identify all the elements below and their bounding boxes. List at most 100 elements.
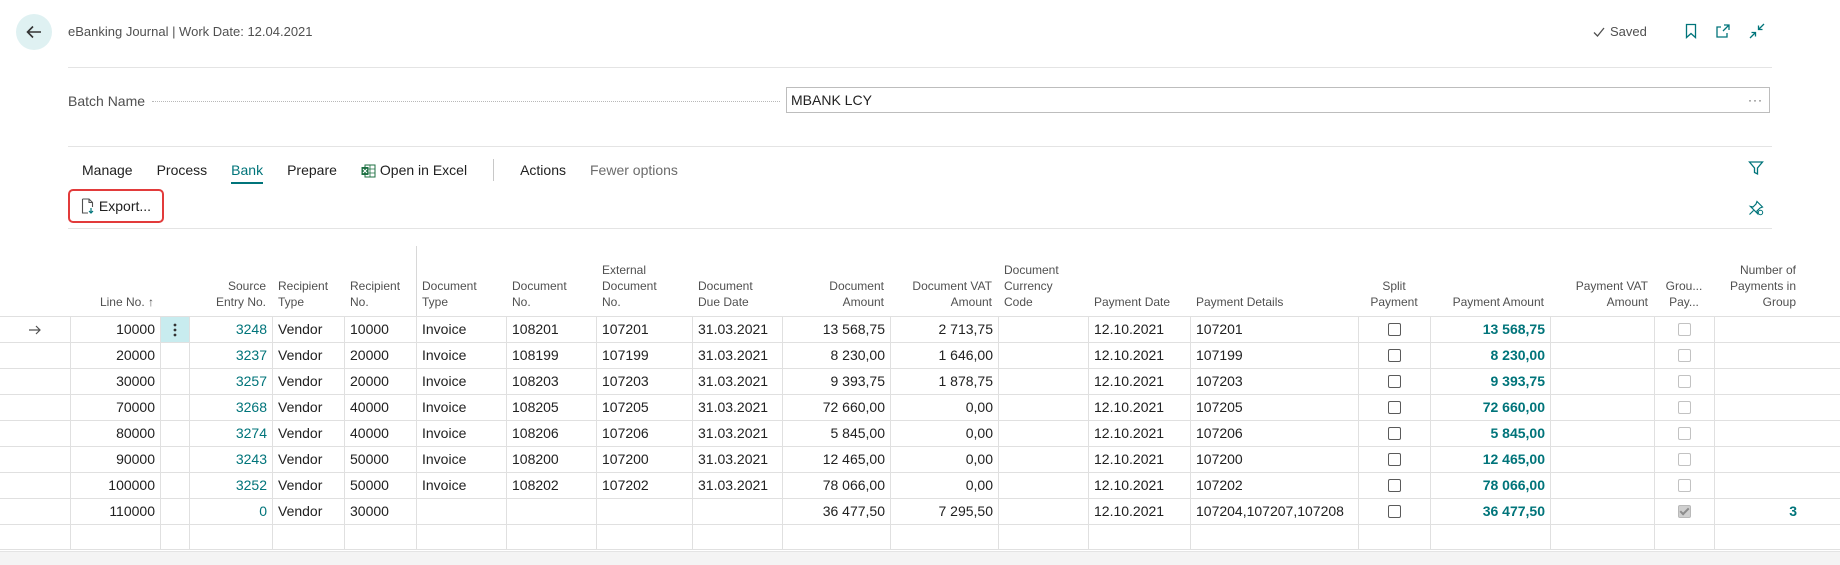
cell-doc-type[interactable]: Invoice (416, 343, 506, 368)
cell-group-pay[interactable] (1654, 369, 1714, 394)
cell-num-payments[interactable] (1714, 343, 1802, 368)
cell-doc-cur[interactable] (998, 447, 1088, 472)
column-header-pay-details[interactable]: Payment Details (1190, 246, 1358, 316)
cell-doc-vat[interactable] (890, 525, 998, 550)
cell-recipient-no[interactable]: 20000 (344, 343, 416, 368)
cell-split[interactable] (1358, 369, 1430, 394)
cell-pay-date[interactable]: 12.10.2021 (1088, 317, 1190, 342)
pin-button[interactable] (1744, 196, 1768, 220)
cell-pay-date[interactable]: 12.10.2021 (1088, 421, 1190, 446)
cell-doc-vat[interactable]: 1 878,75 (890, 369, 998, 394)
cell-doc-due[interactable] (692, 499, 782, 524)
cell-pay-amount[interactable]: 36 477,50 (1430, 499, 1550, 524)
cell-pay-amount[interactable]: 5 845,00 (1430, 421, 1550, 446)
row-actions-button[interactable] (160, 343, 189, 368)
column-header-doc-no[interactable]: Document No. (506, 246, 596, 316)
cell-doc-type[interactable]: Invoice (416, 473, 506, 498)
split-payment-checkbox[interactable] (1388, 348, 1401, 362)
cell-doc-amount[interactable]: 13 568,75 (782, 317, 890, 342)
cell-doc-due[interactable]: 31.03.2021 (692, 343, 782, 368)
cell-source-entry[interactable]: 3252 (189, 473, 272, 498)
cell-pay-date[interactable]: 12.10.2021 (1088, 343, 1190, 368)
cell-doc-type[interactable]: Invoice (416, 421, 506, 446)
cell-recipient-no[interactable]: 30000 (344, 499, 416, 524)
cell-group-pay[interactable] (1654, 317, 1714, 342)
cell-pay-date[interactable]: 12.10.2021 (1088, 447, 1190, 472)
cell-ext-doc-no[interactable]: 107206 (596, 421, 692, 446)
cell-recipient-no[interactable]: 40000 (344, 421, 416, 446)
cell-pay-details[interactable]: 107204,107207,107208 (1190, 499, 1358, 524)
cell-split[interactable] (1358, 473, 1430, 498)
cell-group-pay[interactable] (1654, 525, 1714, 550)
cell-doc-amount[interactable]: 8 230,00 (782, 343, 890, 368)
cell-line-no[interactable]: 110000 (70, 499, 160, 524)
cell-ext-doc-no[interactable]: 107199 (596, 343, 692, 368)
menu-prepare[interactable]: Prepare (275, 158, 349, 182)
cell-line-no[interactable]: 30000 (70, 369, 160, 394)
cell-split[interactable] (1358, 317, 1430, 342)
cell-num-payments[interactable]: 3 (1714, 499, 1802, 524)
cell-split[interactable] (1358, 395, 1430, 420)
table-row[interactable]: 80000 3274 Vendor 40000 Invoice 108206 107206 3… (0, 420, 1840, 446)
cell-doc-amount[interactable]: 12 465,00 (782, 447, 890, 472)
cell-doc-no[interactable]: 108201 (506, 317, 596, 342)
split-payment-checkbox[interactable] (1388, 504, 1401, 518)
cell-pay-details[interactable]: 107205 (1190, 395, 1358, 420)
collapse-button[interactable] (1746, 20, 1768, 42)
split-payment-checkbox[interactable] (1388, 400, 1401, 414)
cell-doc-type[interactable] (416, 499, 506, 524)
cell-recipient-type[interactable]: Vendor (272, 421, 344, 446)
cell-doc-due[interactable]: 31.03.2021 (692, 447, 782, 472)
cell-source-entry[interactable]: 3243 (189, 447, 272, 472)
cell-recipient-type[interactable] (272, 525, 344, 550)
cell-pay-vat[interactable] (1550, 395, 1654, 420)
cell-source-entry[interactable]: 3248 (189, 317, 272, 342)
cell-recipient-type[interactable]: Vendor (272, 395, 344, 420)
cell-num-payments[interactable] (1714, 447, 1802, 472)
cell-doc-amount[interactable]: 5 845,00 (782, 421, 890, 446)
cell-doc-due[interactable]: 31.03.2021 (692, 369, 782, 394)
cell-doc-amount[interactable]: 78 066,00 (782, 473, 890, 498)
cell-line-no[interactable]: 70000 (70, 395, 160, 420)
table-row[interactable]: 20000 3237 Vendor 20000 Invoice 108199 107199 3… (0, 342, 1840, 368)
cell-num-payments[interactable] (1714, 369, 1802, 394)
cell-doc-vat[interactable]: 7 295,50 (890, 499, 998, 524)
cell-group-pay[interactable] (1654, 343, 1714, 368)
cell-doc-no[interactable]: 108203 (506, 369, 596, 394)
cell-ext-doc-no[interactable] (596, 525, 692, 550)
filter-button[interactable] (1744, 156, 1768, 180)
cell-ext-doc-no[interactable]: 107201 (596, 317, 692, 342)
cell-doc-type[interactable]: Invoice (416, 369, 506, 394)
back-button[interactable] (16, 14, 52, 50)
cell-pay-amount[interactable]: 12 465,00 (1430, 447, 1550, 472)
cell-doc-no[interactable] (506, 525, 596, 550)
export-button[interactable]: Export... (68, 189, 164, 223)
menu-fewer-options[interactable]: Fewer options (578, 158, 690, 182)
cell-doc-due[interactable]: 31.03.2021 (692, 421, 782, 446)
cell-doc-no[interactable]: 108199 (506, 343, 596, 368)
column-header-doc-cur[interactable]: Document Currency Code (998, 246, 1088, 316)
cell-source-entry[interactable]: 3274 (189, 421, 272, 446)
cell-doc-due[interactable]: 31.03.2021 (692, 473, 782, 498)
split-payment-checkbox[interactable] (1388, 322, 1401, 336)
column-header-pay-amount[interactable]: Payment Amount (1430, 246, 1550, 316)
cell-split[interactable] (1358, 343, 1430, 368)
cell-doc-type[interactable] (416, 525, 506, 550)
row-actions-button[interactable] (160, 421, 189, 446)
cell-group-pay[interactable] (1654, 447, 1714, 472)
split-payment-checkbox[interactable] (1388, 374, 1401, 388)
menu-process[interactable]: Process (145, 158, 220, 182)
row-actions-button[interactable] (160, 395, 189, 420)
cell-pay-details[interactable]: 107202 (1190, 473, 1358, 498)
cell-doc-type[interactable]: Invoice (416, 447, 506, 472)
cell-doc-vat[interactable]: 0,00 (890, 473, 998, 498)
cell-pay-vat[interactable] (1550, 499, 1654, 524)
cell-recipient-no[interactable]: 10000 (344, 317, 416, 342)
cell-doc-due[interactable]: 31.03.2021 (692, 395, 782, 420)
cell-recipient-no[interactable] (344, 525, 416, 550)
cell-recipient-no[interactable]: 50000 (344, 447, 416, 472)
column-header-source-entry[interactable]: Source Entry No. (189, 246, 272, 316)
cell-pay-amount[interactable]: 9 393,75 (1430, 369, 1550, 394)
cell-pay-details[interactable]: 107201 (1190, 317, 1358, 342)
cell-recipient-type[interactable]: Vendor (272, 447, 344, 472)
